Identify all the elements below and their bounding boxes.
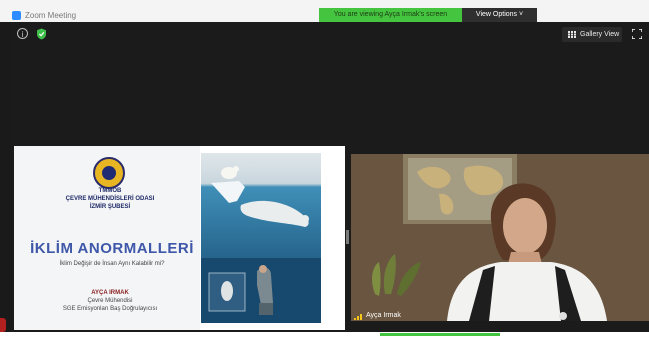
gallery-view-button[interactable]: Gallery View bbox=[562, 27, 622, 42]
slide-org-line-1: TMMOB bbox=[98, 188, 122, 194]
climate-illustration bbox=[201, 153, 321, 323]
view-options-button[interactable]: View Options ˅ bbox=[462, 8, 537, 22]
bottom-green-accent bbox=[380, 333, 500, 336]
window-title: Zoom Meeting bbox=[25, 11, 77, 20]
left-edge-strip bbox=[0, 22, 11, 338]
signal-strength-icon bbox=[354, 314, 362, 320]
zoom-app-icon bbox=[12, 11, 21, 20]
slide-title: İKLİM ANORMALLERİ bbox=[30, 240, 194, 257]
slide-org-line-3: İZMİR ŞUBESİ bbox=[89, 204, 131, 210]
participant-name: Ayça Irmak bbox=[366, 312, 401, 319]
split-view-divider[interactable] bbox=[346, 230, 349, 244]
slide-subtitle: İklim Değişir de İnsan Aynı Kalabilir mi… bbox=[59, 261, 165, 267]
encryption-shield-icon[interactable] bbox=[36, 28, 47, 40]
bottom-edge bbox=[0, 332, 649, 338]
participant-video[interactable] bbox=[351, 154, 649, 321]
screen-share-banner: You are viewing Ayça Irmak's screen bbox=[319, 8, 462, 22]
slide-author-role-1: Çevre Mühendisi bbox=[87, 298, 133, 304]
fullscreen-icon[interactable] bbox=[632, 29, 642, 39]
slide-author-role-2: SGE Emisyonları Baş Doğrulayıcısı bbox=[62, 306, 158, 312]
tmmob-logo bbox=[93, 157, 125, 189]
slide-org-line-2: ÇEVRE MÜHENDİSLERİ ODASI bbox=[65, 196, 155, 202]
slide-author: AYÇA IRMAK bbox=[91, 290, 129, 296]
left-edge-indicator bbox=[0, 318, 6, 332]
grid-icon bbox=[568, 31, 576, 38]
meeting-info-icon[interactable]: i bbox=[17, 28, 28, 39]
gallery-view-label: Gallery View bbox=[580, 31, 620, 38]
